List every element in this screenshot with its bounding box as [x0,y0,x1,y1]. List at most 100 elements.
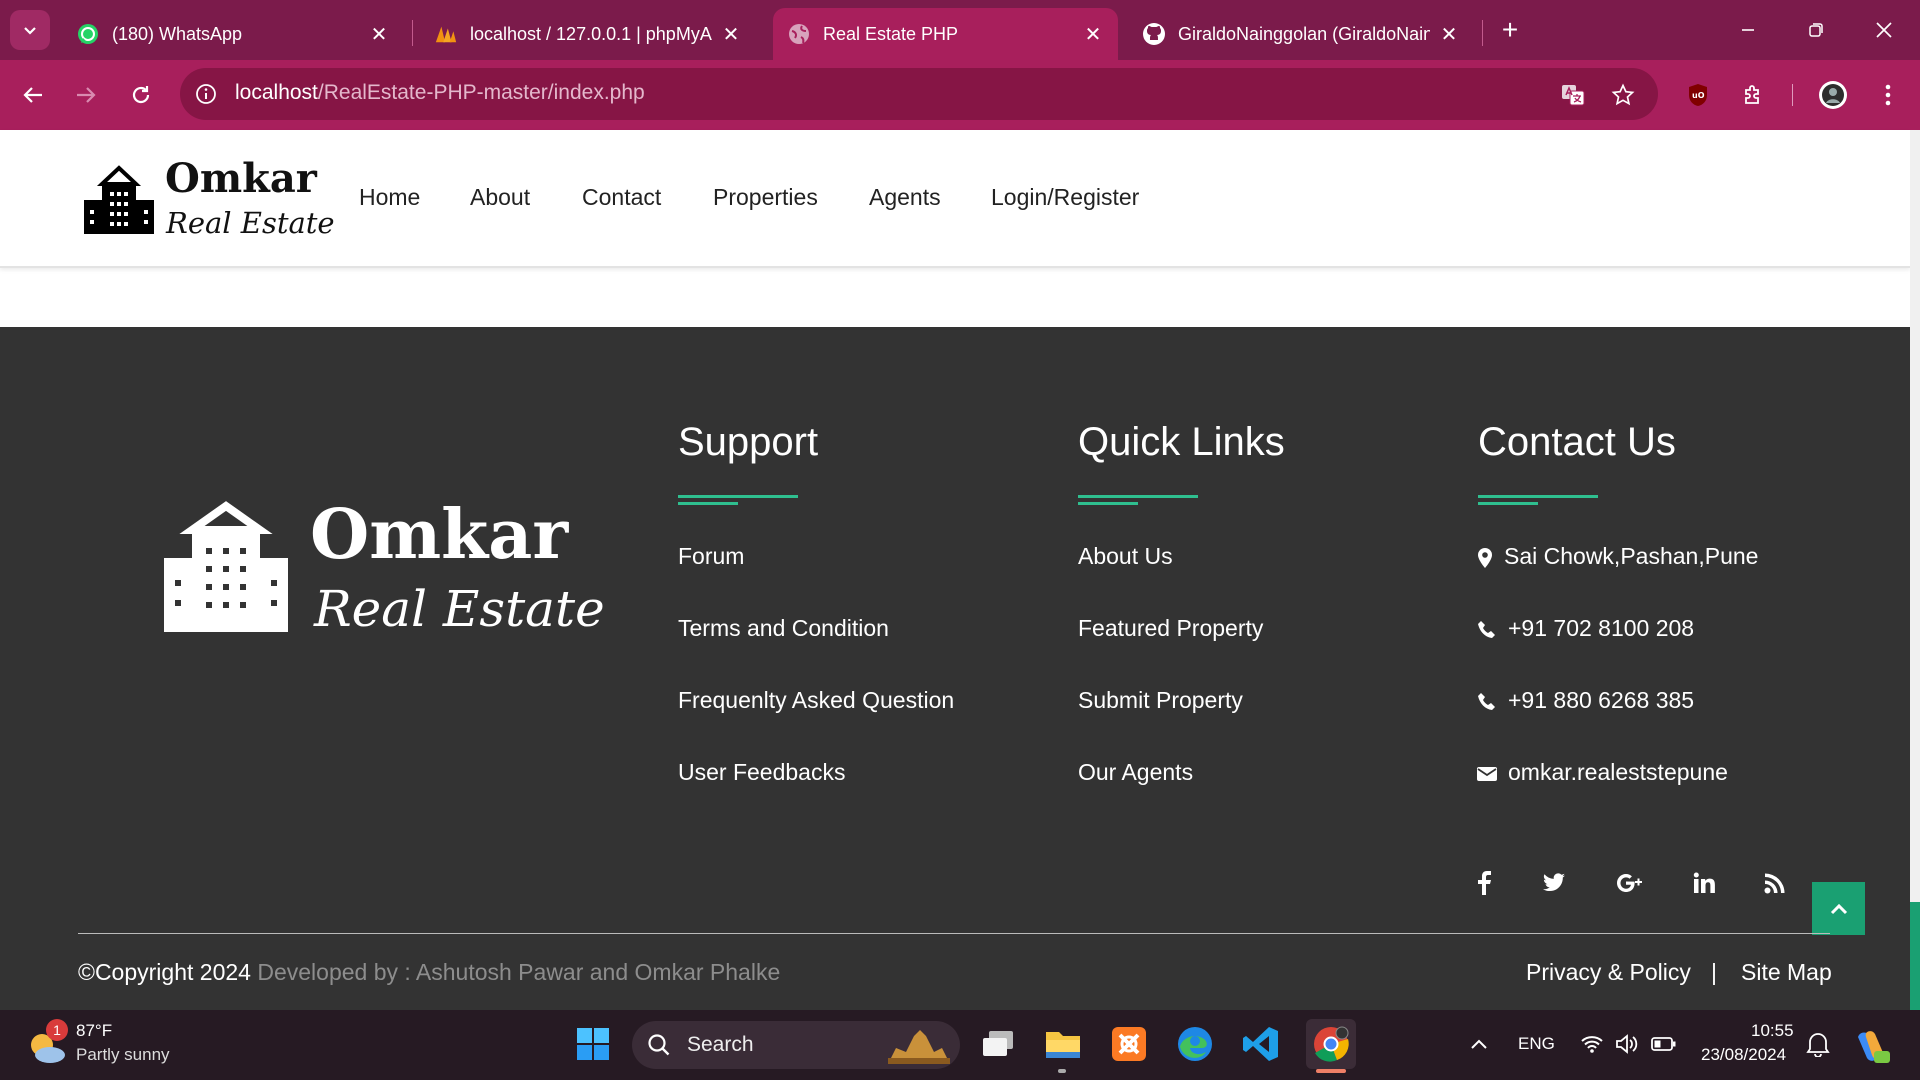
clock-date[interactable]: 23/08/2024 [1701,1045,1786,1065]
tab-close-button[interactable]: ✕ [1438,22,1460,47]
tab-title: Real Estate PHP [823,23,959,44]
copilot-icon[interactable] [1852,1027,1890,1065]
contact-phone-1[interactable]: +91 702 8100 208 [1508,615,1694,642]
weather-widget[interactable]: 1 [26,1019,68,1067]
building-icon [84,165,154,234]
contact-email[interactable]: omkar.realeststepune [1508,759,1728,786]
minimize-button[interactable] [1732,14,1764,46]
svg-text:uO: uO [1692,91,1705,100]
support-title: Support [678,420,819,464]
extensions-icon [1745,85,1759,104]
rss-icon[interactable] [1760,868,1790,898]
nav-contact[interactable]: Contact [582,184,661,211]
contact-phone-2[interactable]: +91 880 6268 385 [1508,687,1694,714]
nav-login-register[interactable]: Login/Register [991,184,1139,211]
brand-subtitle[interactable]: Real Estate [166,206,335,240]
profile-icon [1819,81,1847,109]
tab-close-button[interactable]: ✕ [720,22,742,47]
tab-real-estate-php[interactable]: Real Estate PHP ✕ [773,8,1118,60]
footer-link-submit-property[interactable]: Submit Property [1078,687,1243,714]
tab-search-button[interactable] [10,10,50,50]
footer-brand-name: Omkar [310,495,569,575]
translate-button[interactable] [1554,76,1592,114]
tab-close-button[interactable]: ✕ [368,22,390,47]
contact-address: Sai Chowk,Pashan,Pune [1504,543,1759,569]
site-map-link[interactable]: Site Map [1741,959,1832,986]
extensions-button[interactable] [1734,76,1772,114]
footer-link-faq[interactable]: Frequenlty Asked Question [678,687,954,714]
back-to-top-button[interactable] [1812,882,1865,935]
google-plus-icon[interactable] [1614,868,1648,898]
footer-link-separator: | [1711,959,1717,985]
title-underline-short [1078,502,1138,505]
privacy-policy-link[interactable]: Privacy & Policy [1526,959,1691,986]
footer-link-feedbacks[interactable]: User Feedbacks [678,759,845,786]
xampp-icon [1112,1027,1146,1061]
start-button[interactable] [571,1022,615,1066]
tab-phpmyadmin[interactable]: localhost / 127.0.0.1 | phpMyAdmin ✕ [420,8,756,60]
page-scrollbar-thumb[interactable] [1910,902,1920,1010]
browser-menu-button[interactable] [1869,76,1907,114]
phone-icon [1476,619,1498,641]
weather-description[interactable]: Partly sunny [76,1045,170,1065]
tab-whatsapp[interactable]: (180) WhatsApp ✕ [62,8,404,60]
page-scrollbar-track[interactable] [1910,130,1920,1010]
title-underline-short [1478,502,1538,505]
url-text[interactable]: localhost/RealEstate-PHP-master/index.ph… [235,81,645,105]
taskbar-search-label[interactable]: Search [687,1033,754,1057]
phpmyadmin-icon [434,22,458,46]
reload-button[interactable] [122,76,160,114]
envelope-icon [1476,763,1498,785]
github-icon [1142,22,1166,46]
weather-temperature[interactable]: 87°F [76,1021,112,1041]
map-pin-icon [1474,547,1496,569]
search-highlight-icon [888,1030,950,1064]
language-indicator[interactable]: ENG [1518,1034,1555,1054]
weather-badge: 1 [46,1019,68,1041]
url-path: /RealEstate-PHP-master/index.php [317,81,645,104]
nav-home[interactable]: Home [359,184,420,211]
back-button[interactable] [14,76,52,114]
brand-name[interactable]: Omkar [165,155,317,202]
restore-icon [1809,23,1823,37]
tab-close-button[interactable]: ✕ [1082,22,1104,47]
nav-about[interactable]: About [470,184,530,211]
quick-links-title: Quick Links [1078,420,1285,464]
linkedin-icon[interactable] [1689,868,1719,898]
forward-button[interactable] [67,76,105,114]
chrome-button[interactable] [1306,1019,1356,1069]
nav-properties[interactable]: Properties [713,184,818,211]
site-info-button[interactable] [187,75,225,113]
close-window-button[interactable] [1868,14,1900,46]
new-tab-button[interactable]: + [1494,14,1526,46]
twitter-icon[interactable] [1539,868,1569,898]
footer-link-terms[interactable]: Terms and Condition [678,615,889,642]
nav-agents[interactable]: Agents [869,184,941,211]
footer-link-our-agents[interactable]: Our Agents [1078,759,1193,786]
facebook-icon[interactable] [1469,868,1499,898]
tab-title: localhost / 127.0.0.1 | phpMyAdmin [470,23,712,44]
edge-button[interactable] [1173,1022,1217,1066]
restore-button[interactable] [1800,14,1832,46]
tab-github[interactable]: GiraldoNainggolan (GiraldoNainggolan) ✕ [1128,8,1474,60]
active-app-indicator [1316,1069,1346,1073]
wifi-icon[interactable] [1580,1034,1604,1054]
battery-icon[interactable] [1651,1036,1677,1052]
volume-icon[interactable] [1615,1034,1639,1054]
xampp-button[interactable] [1107,1022,1151,1066]
bookmark-button[interactable] [1604,76,1642,114]
file-explorer-button[interactable] [1041,1022,1085,1066]
footer-link-featured-property[interactable]: Featured Property [1078,615,1263,642]
folder-icon [1046,1032,1080,1058]
footer-link-forum[interactable]: Forum [678,543,744,570]
title-underline [1078,495,1198,498]
footer-link-about-us[interactable]: About Us [1078,543,1173,570]
tab-separator [1482,20,1483,46]
clock-time[interactable]: 10:55 [1751,1021,1794,1041]
show-hidden-icons-button[interactable] [1466,1022,1492,1066]
profile-button[interactable] [1814,76,1852,114]
vscode-button[interactable] [1239,1022,1283,1066]
notification-icon[interactable] [1806,1031,1830,1057]
ublock-extension[interactable]: uO [1679,76,1717,114]
task-view-button[interactable] [976,1022,1020,1066]
